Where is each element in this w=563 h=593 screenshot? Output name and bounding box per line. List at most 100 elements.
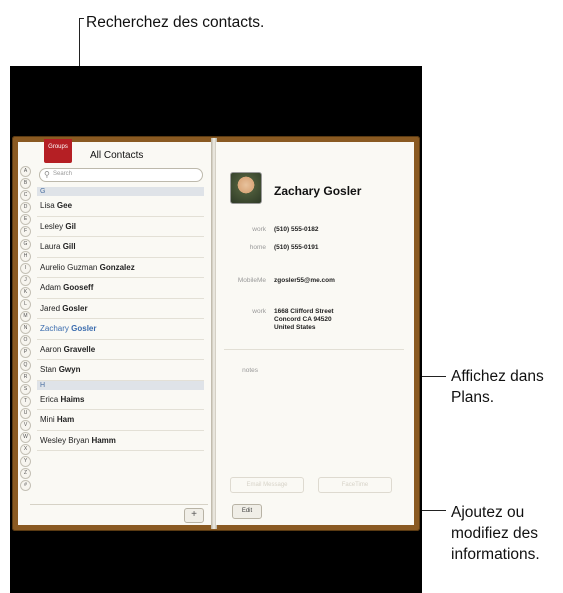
contact-first-name: Aaron [40,344,62,354]
contacts-book: Groups All Contacts ⚲ Search ABCDEFGHIJK… [12,136,420,531]
notes-label: notes [242,367,258,374]
index-letter[interactable]: J [20,274,31,286]
mobileme-label: MobileMe [237,277,266,284]
contact-first-name: Laura [40,242,61,251]
contact-last-name: Ham [56,415,75,424]
section-header: H [37,380,204,390]
search-placeholder: Search [53,171,73,177]
callout-search: Recherchez des contacts. [86,14,265,31]
contact-last-name: Gil [65,221,77,231]
address-line3: United States [274,324,316,331]
edit-button[interactable]: Edit [232,504,262,519]
index-letter[interactable]: # [20,480,31,492]
contact-detail-page: Zachary Gosler work (510) 555-0182 home … [216,142,414,525]
contact-first-name: Aurelio Guzman [40,262,98,272]
index-letter[interactable]: P [20,347,31,359]
contact-last-name: Gee [56,201,73,210]
contact-first-name: Erica [40,394,59,404]
index-letter[interactable]: K [20,286,31,298]
index-letter[interactable]: D [20,202,31,214]
ipad-screen: Groups All Contacts ⚲ Search ABCDEFGHIJK… [10,66,422,593]
contact-name: Zachary Gosler [274,184,362,198]
index-letter[interactable]: I [20,262,31,274]
email-message-button[interactable]: Email Message [230,477,304,493]
contact-row[interactable]: Erica Haims [37,390,204,410]
work-address-link[interactable]: 1668 Clifford Street Concord CA 94520 Un… [274,308,334,332]
contact-last-name: Gravelle [63,344,96,354]
index-letter[interactable]: F [20,226,31,238]
contact-row[interactable]: Mini Ham [37,410,204,431]
contact-list: G Lisa Gee Lesley Gil Laura Gill Aurelio Guz… [37,187,204,451]
contact-first-name: Adam [40,283,61,292]
contact-first-name: Lesley [40,221,64,231]
search-input[interactable]: ⚲ Search [39,168,203,182]
contact-last-name: Hamm [91,435,116,445]
contact-first-name: Lisa [40,201,55,210]
callout-maps-line2: Plans. [451,389,495,406]
groups-button[interactable]: Groups [44,139,72,163]
index-letter[interactable]: O [20,335,31,347]
contact-first-name: Zachary [40,324,69,333]
contact-row[interactable]: Lesley Gil [37,217,204,237]
index-letter[interactable]: E [20,214,31,226]
contact-row[interactable]: Wesley Bryan Hamm [37,431,204,451]
index-letter[interactable]: V [20,419,31,431]
index-letter[interactable]: C [20,190,31,202]
avatar[interactable] [230,172,262,204]
index-letter[interactable]: R [20,371,31,383]
list-toolbar: + [30,504,208,525]
index-letter[interactable]: L [20,299,31,311]
index-letter[interactable]: Z [20,468,31,480]
callout-edit: Ajoutez ou modifiez des informations. [451,502,540,565]
contact-row[interactable]: Laura Gill [37,237,204,258]
contact-last-name: Gosler [71,324,97,333]
index-letter[interactable]: B [20,178,31,190]
contact-first-name: Mini [40,415,55,424]
contacts-list-page: Groups All Contacts ⚲ Search ABCDEFGHIJK… [18,139,213,525]
contact-row[interactable]: Lisa Gee [37,196,204,217]
address-line2: Concord CA 94520 [274,316,332,323]
index-letter[interactable]: T [20,395,31,407]
index-letter[interactable]: N [20,323,31,335]
contact-last-name: Gwyn [58,365,81,374]
add-contact-button[interactable]: + [184,508,204,523]
index-letter[interactable]: Q [20,359,31,371]
contact-row[interactable]: Adam Gooseff [37,278,204,299]
callout-edit-line3: informations. [451,546,540,563]
callout-maps: Affichez dans Plans. [451,366,544,408]
contact-row[interactable]: Jared Gosler [37,299,204,319]
contact-first-name: Wesley Bryan [40,435,90,445]
callout-edit-line1: Ajoutez ou [451,504,525,521]
home-phone-label: home [249,244,266,251]
alphabet-index[interactable]: A B C D E F G H I J K L M N O P Q R S T U V W X Y Z # [20,166,31,493]
index-letter[interactable]: Y [20,456,31,468]
index-letter[interactable]: A [20,166,31,177]
index-letter[interactable]: G [20,238,31,250]
page-title: All Contacts [90,150,144,161]
index-letter[interactable]: M [20,311,31,323]
work-phone-label: work [252,226,266,233]
callout-search-tick [79,18,84,19]
home-phone-value[interactable]: (510) 555-0191 [274,244,318,252]
index-letter[interactable]: H [20,250,31,262]
work-phone-value[interactable]: (510) 555-0182 [274,226,318,234]
facetime-button[interactable]: FaceTime [318,477,392,493]
contact-first-name: Stan [40,365,57,374]
index-letter[interactable]: U [20,407,31,419]
contact-last-name: Gooseff [63,283,94,292]
callout-edit-line2: modifiez des [451,525,539,542]
callout-maps-line1: Affichez dans [451,368,544,385]
notes-divider [224,349,404,350]
contact-row[interactable]: Aurelio Guzman Gonzalez [37,258,204,278]
contact-row[interactable]: Zachary Gosler [37,319,204,340]
index-letter[interactable]: S [20,383,31,395]
contact-last-name: Gill [62,242,76,251]
contact-first-name: Jared [40,303,61,313]
index-letter[interactable]: W [20,432,31,444]
address-line1: 1668 Clifford Street [274,308,334,315]
index-letter[interactable]: X [20,444,31,456]
search-icon: ⚲ [44,170,50,179]
contact-row[interactable]: Aaron Gravelle [37,340,204,360]
contact-row[interactable]: Stan Gwyn [37,360,204,381]
email-link[interactable]: zgosler55@me.com [274,277,335,285]
